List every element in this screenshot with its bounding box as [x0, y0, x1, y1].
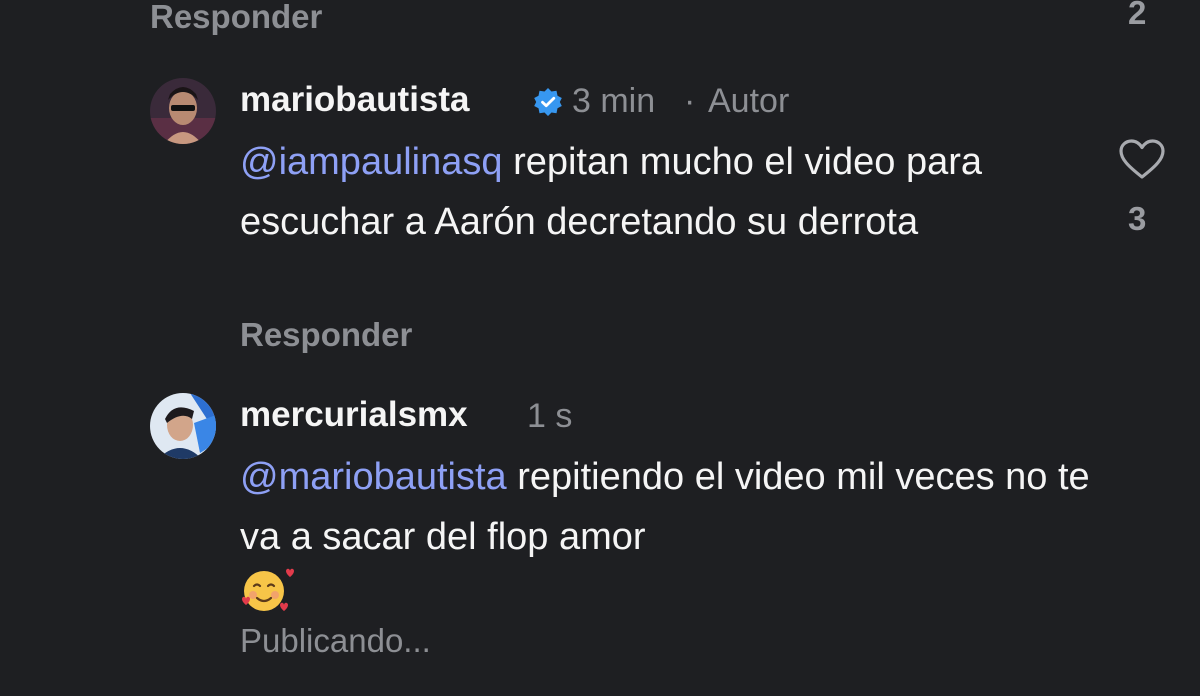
- avatar-image: [150, 78, 216, 144]
- comment-username[interactable]: mariobautista: [240, 80, 470, 120]
- like-count-previous: 2: [1128, 0, 1147, 31]
- mention-link[interactable]: @mariobautista: [240, 456, 507, 498]
- heart-icon[interactable]: [1118, 138, 1166, 180]
- smiling-face-with-hearts-emoji-icon: [242, 568, 294, 611]
- comment-body: @iampaulinasq repitan mucho el video par…: [240, 132, 1100, 252]
- comment-timestamp: 3 min: [572, 82, 656, 120]
- avatar-mercurialsmx[interactable]: [150, 393, 216, 459]
- comment-username[interactable]: mercurialsmx: [240, 395, 468, 435]
- comment-body: @mariobautista repitiendo el video mil v…: [240, 447, 1100, 567]
- comment-timestamp: 1 s: [527, 397, 573, 435]
- reply-button[interactable]: Responder: [240, 316, 412, 354]
- author-tag: Autor: [708, 82, 790, 120]
- posting-status: Publicando...: [240, 622, 431, 659]
- reply-button-previous[interactable]: Responder: [150, 0, 322, 36]
- meta-separator: ·: [684, 82, 696, 120]
- verified-badge-icon: [534, 88, 562, 116]
- avatar-image: [150, 393, 216, 459]
- like-count: 3: [1128, 200, 1147, 237]
- mention-link[interactable]: @iampaulinasq: [240, 141, 503, 183]
- avatar-mariobautista[interactable]: [150, 78, 216, 144]
